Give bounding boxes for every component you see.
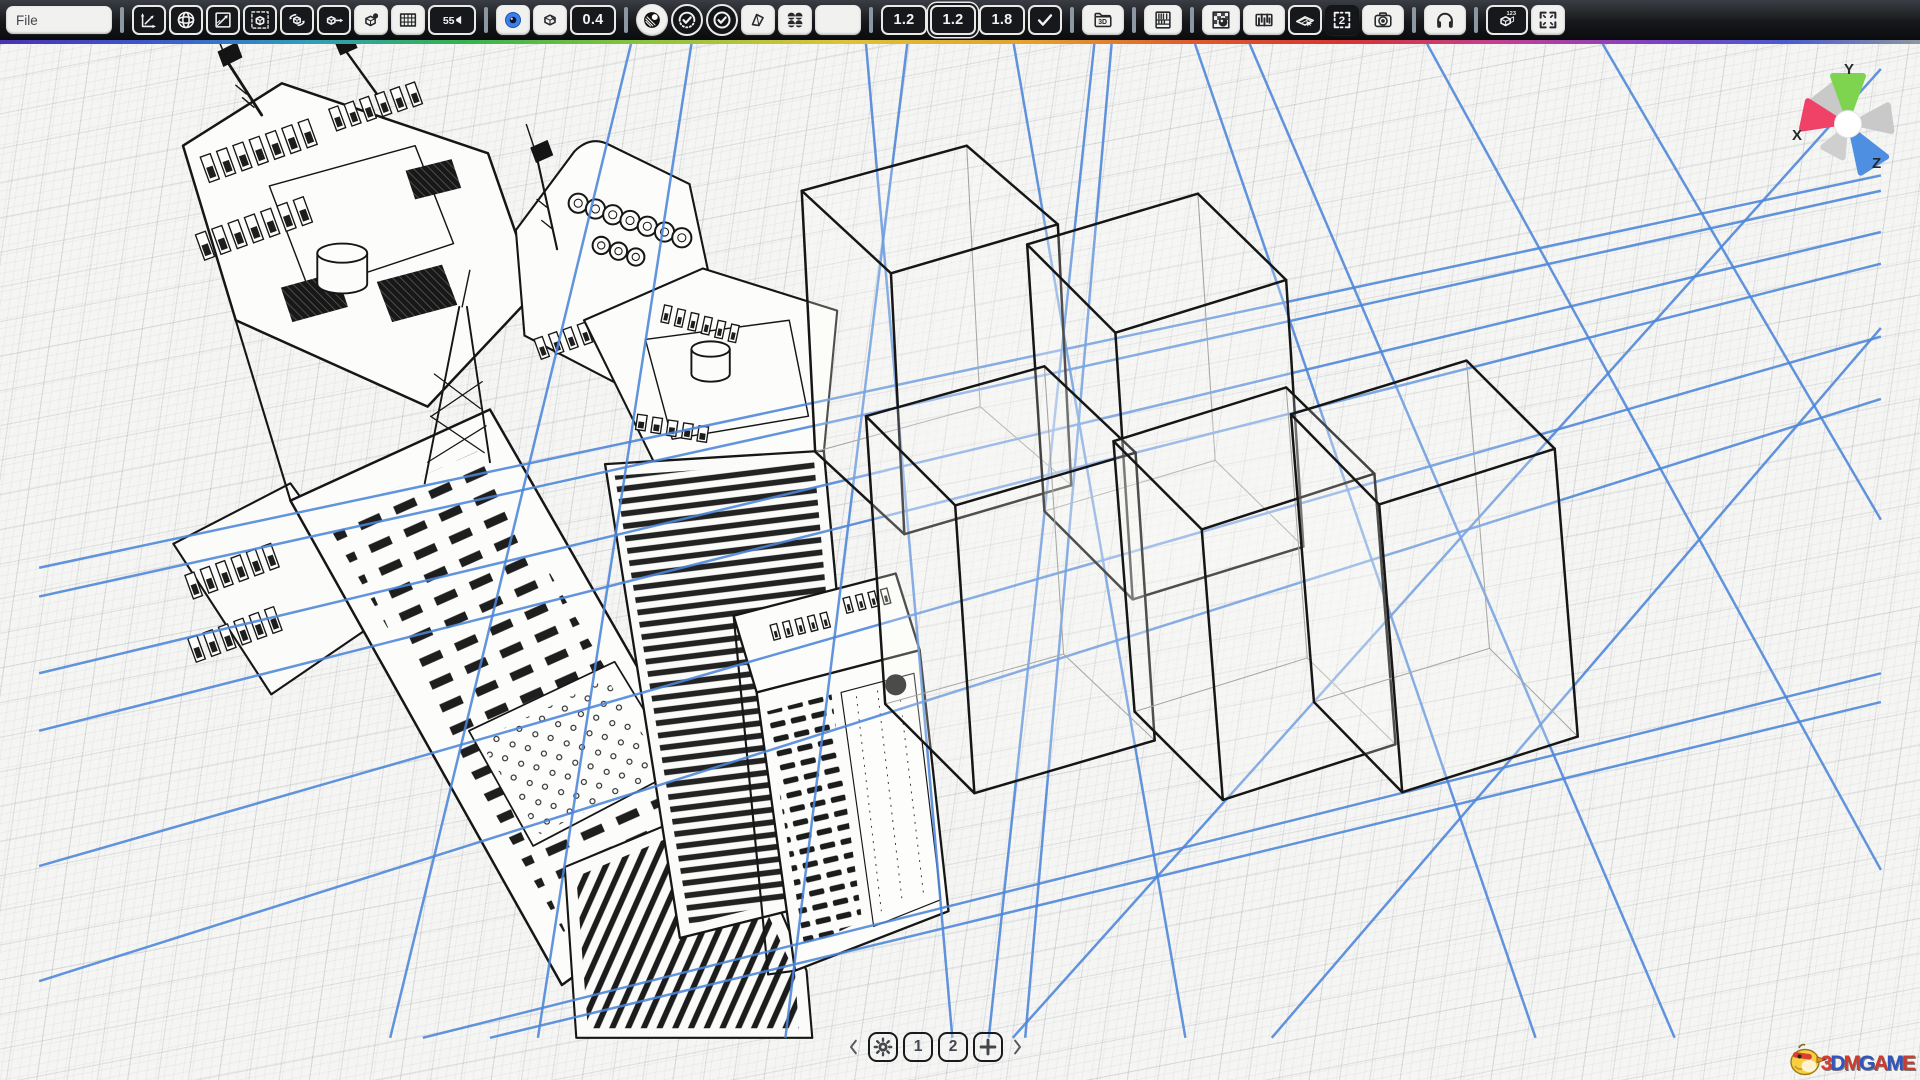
toolbar-separator — [624, 7, 628, 33]
axis-gizmo[interactable]: Y X Z — [1778, 54, 1918, 194]
watermark-letter: G — [1859, 1052, 1873, 1075]
watermark-letter: M — [1886, 1052, 1902, 1075]
extrudecube-icon — [323, 9, 345, 31]
spherecheck-icon — [676, 9, 698, 31]
watermark: 3DMGAME — [1785, 1040, 1914, 1078]
cube123-icon: 123 — [1496, 9, 1518, 31]
svg-text:2: 2 — [1339, 15, 1345, 27]
line-width-main[interactable]: 1.2 — [881, 5, 927, 35]
toolbar-separator — [120, 7, 124, 33]
headphones-icon — [1434, 9, 1456, 31]
material-library[interactable] — [1144, 5, 1182, 35]
file-button-label: File — [16, 13, 38, 28]
x-axis-label: X — [1792, 127, 1802, 144]
grid-toggle[interactable] — [391, 5, 425, 35]
z-axis-label: Z — [1872, 155, 1881, 172]
fullscreen-toggle[interactable] — [1531, 5, 1565, 35]
add-page-button[interactable] — [973, 1032, 1003, 1062]
record-button[interactable] — [496, 5, 530, 35]
select-object-tool[interactable] — [243, 5, 277, 35]
grid-icon — [397, 9, 419, 31]
persp-icon — [1294, 9, 1316, 31]
cube-icon — [539, 9, 561, 31]
shelf-icon — [1152, 9, 1174, 31]
tone-dither[interactable] — [1202, 5, 1240, 35]
svg-text:123: 123 — [1507, 11, 1516, 17]
cam55-icon: 55 — [441, 9, 463, 31]
axes-icon — [138, 9, 160, 31]
prism-view[interactable] — [741, 5, 775, 35]
smooth-check[interactable] — [706, 4, 738, 36]
page-controls: 12 — [845, 1032, 1026, 1062]
orbitcube-icon — [286, 9, 308, 31]
dotted-sphere-check[interactable] — [671, 4, 703, 36]
watermark-letter: E — [1902, 1052, 1914, 1075]
vertexcube-icon — [360, 9, 382, 31]
prism-icon — [747, 9, 769, 31]
watermark-letter: D — [1830, 1052, 1843, 1075]
headphones-audio[interactable] — [1424, 5, 1466, 35]
line-width-selected[interactable]: 1.2 — [930, 5, 976, 35]
folder-3d[interactable]: 3D — [1082, 5, 1124, 35]
circlecheck-icon — [711, 9, 733, 31]
sphere-icon — [641, 9, 663, 31]
toolbar-separator — [1190, 7, 1194, 33]
expand-icon — [1537, 9, 1559, 31]
vertex-cube-tool[interactable] — [354, 5, 388, 35]
camera-capture[interactable] — [1362, 5, 1404, 35]
frame2-icon: 2 — [1331, 9, 1353, 31]
scale-icon — [212, 9, 234, 31]
watermark-letter: A — [1873, 1052, 1886, 1075]
next-page-button[interactable] — [1008, 1032, 1026, 1062]
bead-spheres[interactable] — [778, 5, 812, 35]
app-window: File 550.41.21.21.83D2123 — [0, 0, 1920, 1080]
toolbar-separator — [1412, 7, 1416, 33]
opacity-value[interactable]: 0.4 — [570, 5, 616, 35]
page-2-button[interactable]: 2 — [938, 1032, 968, 1062]
page-1-button[interactable]: 1 — [903, 1032, 933, 1062]
record-icon — [502, 9, 524, 31]
folder3d-icon: 3D — [1092, 9, 1114, 31]
toolbar: File 550.41.21.21.83D2123 — [0, 0, 1920, 40]
check-icon — [1034, 9, 1056, 31]
move-axes-tool[interactable] — [132, 5, 166, 35]
watermark-text: 3DMGAME — [1821, 1053, 1914, 1078]
prev-page-button[interactable] — [845, 1032, 863, 1062]
line-width-bold[interactable]: 1.8 — [979, 5, 1025, 35]
toolbar-separator — [1474, 7, 1478, 33]
y-axis-label: Y — [1844, 61, 1854, 78]
toolbar-separator — [484, 7, 488, 33]
piano-icon — [1253, 9, 1275, 31]
solid-cube-view[interactable] — [533, 5, 567, 35]
line-check-toggle[interactable] — [1028, 5, 1062, 35]
globe-icon — [175, 9, 197, 31]
camera-icon — [1372, 9, 1394, 31]
translate-object-tool[interactable] — [317, 5, 351, 35]
scene-drawing — [0, 44, 1920, 1080]
watermark-letter: M — [1843, 1052, 1859, 1075]
toolbar-separator — [1070, 7, 1074, 33]
svg-text:3D: 3D — [1098, 19, 1107, 26]
rotate-object-tool[interactable] — [280, 5, 314, 35]
tone-lines[interactable] — [1243, 5, 1285, 35]
numbered-cube[interactable]: 123 — [1486, 5, 1528, 35]
beads-icon — [784, 9, 806, 31]
wireframe-boxes[interactable] — [802, 146, 1578, 800]
frame-2-toggle[interactable]: 2 — [1325, 5, 1359, 35]
canvas-viewport[interactable]: YXZ 12 3DMGAME — [0, 44, 1920, 1080]
toolbar-separator — [1132, 7, 1136, 33]
svg-text:55: 55 — [443, 15, 455, 27]
toolbar-separator — [869, 7, 873, 33]
blank-swatch[interactable] — [815, 5, 861, 35]
file-button[interactable]: File — [6, 6, 112, 34]
perspective-edit[interactable] — [1288, 5, 1322, 35]
orbit-globe-tool[interactable] — [169, 5, 203, 35]
scale-tool[interactable] — [206, 5, 240, 35]
watermark-letter: 3 — [1821, 1052, 1831, 1075]
selectcube-icon — [249, 9, 271, 31]
settings-button[interactable] — [868, 1032, 898, 1062]
dither-icon — [1210, 9, 1232, 31]
shaded-sphere-toggle[interactable] — [636, 4, 668, 36]
camera-lens-value[interactable]: 55 — [428, 5, 476, 35]
